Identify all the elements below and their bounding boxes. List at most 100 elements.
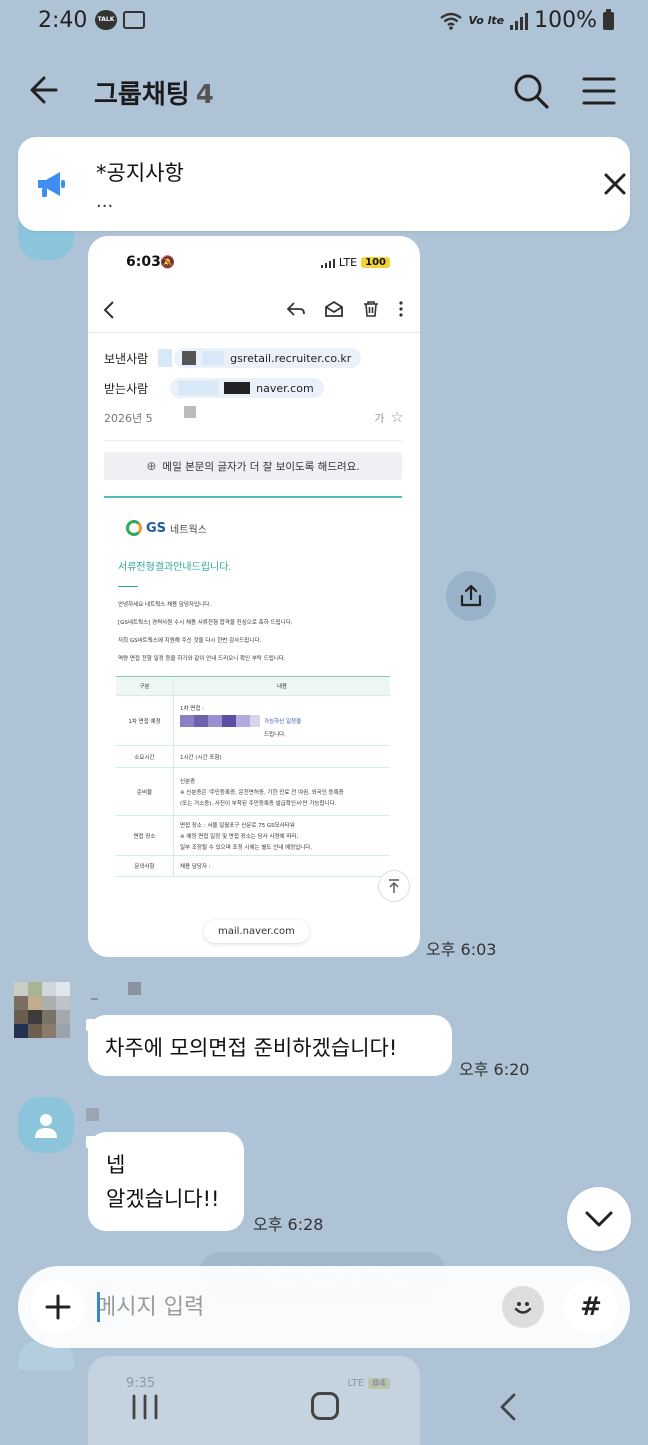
email-body: GS 네트웍스 서류전형결과안내드립니다. 안녕하세요 네트웍스 채용 담당자입… <box>104 496 402 877</box>
message-bubble[interactable]: 넵 알겠습니다!! <box>86 1132 244 1231</box>
talk-notification-icon: TALK <box>95 10 117 30</box>
search-icon[interactable] <box>508 68 554 114</box>
scroll-down-button[interactable] <box>567 1187 631 1251</box>
sender-address: gsretail.recruiter.co.kr <box>230 351 352 365</box>
brand-name: GS <box>146 520 167 536</box>
readability-banner: ⊕ 메일 본문의 글자가 더 잘 보이도록 해드려요. <box>104 452 402 480</box>
sender-label: 보낸사람 <box>104 351 149 366</box>
table-line: 채용 담당자 : <box>180 864 211 870</box>
battery-icon <box>603 8 614 30</box>
message-text-line: 넵 <box>106 1153 126 1177</box>
hashtag-button[interactable]: # <box>564 1280 618 1334</box>
embedded-network: LTE <box>338 256 358 269</box>
embedded-status-bar: 6:03 🔕 LTE 100 <box>88 254 420 274</box>
email-paragraph: 저희 GS네트웍스에 지원해 주신 것을 다시 한번 감사드립니다. <box>118 638 262 644</box>
avatar-pixel <box>42 1024 56 1038</box>
notice-banner[interactable]: *공지사항 ... <box>18 137 630 231</box>
table-line: ※ 신분증은 '주민등록증, 운전면허증, 기한 만료 전 여권, 외국인 등록… <box>180 789 344 796</box>
megaphone-icon <box>38 172 65 197</box>
back-arrow-icon[interactable] <box>26 68 70 112</box>
mail-date: 2026년 5 <box>104 412 153 425</box>
table-row: 문의사항 채용 담당자 : <box>116 855 390 877</box>
emoji-button[interactable] <box>502 1286 544 1328</box>
back-icon[interactable] <box>496 1392 520 1422</box>
sender-name-redacted <box>86 1108 99 1121</box>
avatar-pixel <box>14 996 28 1010</box>
table-line: 일부 조정될 수 있으며 조정 시에는 별도 안내 예정입니다. <box>180 844 313 851</box>
message-text: 차주에 모의면접 준비하겠습니다! <box>105 1036 398 1060</box>
message-timestamp: 오후 6:20 <box>459 1060 530 1079</box>
redacted-block <box>180 714 260 727</box>
message-bubble[interactable]: 차주에 모의면접 준비하겠습니다! <box>86 1015 452 1076</box>
recent-apps-icon[interactable] <box>130 1394 160 1420</box>
embedded-time: 6:03 <box>126 254 161 270</box>
email-title: 서류전형결과안내드립니다. <box>118 562 232 573</box>
redacted-block <box>224 382 251 394</box>
attach-button[interactable] <box>31 1280 85 1334</box>
trash-icon <box>364 301 378 317</box>
avatar-pixelated[interactable] <box>14 982 70 1038</box>
avatar-pixel <box>28 982 42 996</box>
image-message[interactable]: 6:03 🔕 LTE 100 보낸사람 gsretail.recruiter.c… <box>88 236 420 957</box>
avatar[interactable] <box>18 1097 74 1153</box>
volte-indicator: Vo lte <box>468 14 505 27</box>
menu-icon[interactable] <box>576 68 622 114</box>
table-cell-label: 소요시간 <box>116 746 174 767</box>
zoom-text-icon: ⊕ <box>146 459 157 473</box>
signal-icon <box>510 12 529 30</box>
text-cursor <box>97 1292 100 1322</box>
redacted-area <box>158 349 173 367</box>
embedded-mail-toolbar <box>88 296 420 326</box>
redacted-block <box>184 406 196 418</box>
table-line: 면접 장소 : 서울 일월포구 신문로 75 GS모사타워 <box>180 822 295 829</box>
message-timestamp: 오후 6:28 <box>253 1215 324 1234</box>
avatar-pixel <box>14 1024 28 1038</box>
email-paragraph: 역량 면접 전형 일정 등을 하기와 같이 안내 드리오니 확인 부탁 드립니다… <box>118 656 286 662</box>
close-icon[interactable] <box>596 165 634 203</box>
table-header-cell: 내용 <box>276 684 288 690</box>
embedded-back-icon <box>103 301 114 319</box>
avatar-pixel <box>28 1010 42 1024</box>
smiley-icon <box>514 1302 532 1314</box>
notice-preview: ... <box>96 191 114 212</box>
table-cell: 채용 담당자 : <box>174 856 390 876</box>
embedded-mail-actions <box>286 300 404 318</box>
message-text-line: 알겠습니다!! <box>106 1187 220 1211</box>
avatar-pixel <box>56 1010 70 1024</box>
message-timestamp: 오후 6:03 <box>426 940 497 959</box>
avatar-pixel <box>56 1024 70 1038</box>
voicemail-icon <box>123 11 145 29</box>
table-line: ※ 예정 면접 일정 및 면접 장소는 당사 사정에 따라, <box>180 833 299 840</box>
avatar-pixel <box>56 982 70 996</box>
message-input[interactable] <box>96 1286 496 1328</box>
notice-title: *공지사항 <box>96 161 184 185</box>
table-line: (또는 거소증), 사진이 부착된 주민등록증 발급확인서'만 가능합니다. <box>180 800 337 807</box>
envelope-open-icon <box>325 300 343 317</box>
table-header: 구분 내용 <box>116 677 390 695</box>
email-paragraph: 안녕하세요 네트웍스 채용 담당자입니다. <box>118 602 212 608</box>
table-row: 소요시간 1시간 (시간 포함) <box>116 745 390 767</box>
plus-icon <box>45 1294 71 1320</box>
status-right: Vo lte 100% <box>439 8 614 33</box>
divider <box>118 586 138 587</box>
brand-sub: 네트웍스 <box>170 524 207 536</box>
table-line: 신분증 <box>180 778 196 785</box>
receiver-row: 받는사람 naver.com <box>104 378 324 398</box>
embedded-signal-icon <box>320 258 335 268</box>
url-chip: mail.naver.com <box>204 920 309 943</box>
sender-name-redacted <box>128 982 141 995</box>
gs-logo-mark <box>126 520 142 536</box>
table-cell: 1차 면접 : 가능하신 일정을 드립니다. <box>174 696 390 745</box>
battery-percent: 100% <box>534 8 597 33</box>
mute-bell-icon: 🔕 <box>160 255 175 269</box>
share-button[interactable] <box>446 571 496 621</box>
reply-icon <box>286 302 305 316</box>
status-bar: 2:40 TALK Vo lte 100% <box>0 0 648 44</box>
table-cell: 신분증 ※ 신분증은 '주민등록증, 운전면허증, 기한 만료 전 여권, 외국… <box>174 768 390 815</box>
table-line: 1차 면접 : <box>180 705 205 712</box>
share-icon <box>460 584 482 607</box>
table-line: 가능하신 일정을 <box>264 718 302 725</box>
home-button[interactable] <box>311 1392 339 1420</box>
table-row: 1차 면접 예정 1차 면접 : 가능하신 일정을 드립니다. <box>116 695 390 745</box>
chat-header: 그룹채팅 4 <box>0 52 648 128</box>
